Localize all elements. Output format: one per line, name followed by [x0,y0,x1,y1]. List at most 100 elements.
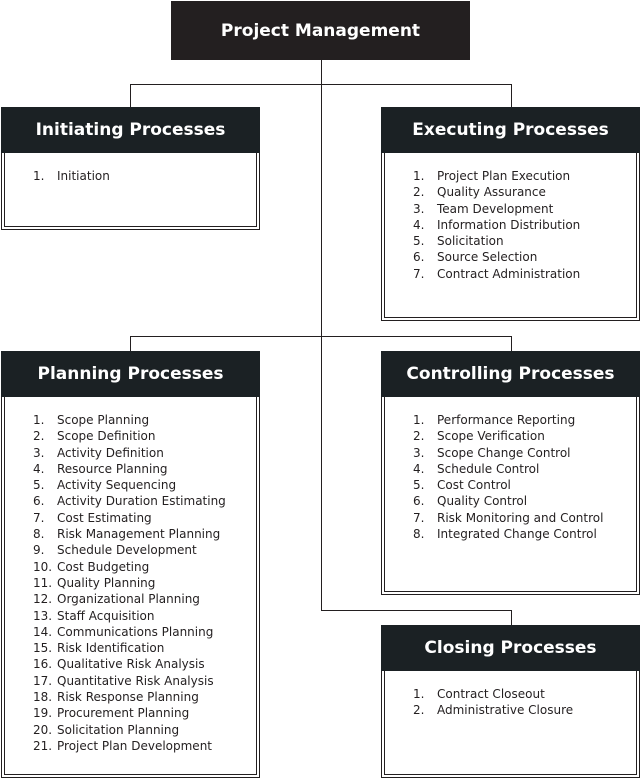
item-number: 10. [33,559,53,574]
item-number: 15. [33,641,53,656]
executing-processes-box: Executing Processes 1. Project Plan Execut… [381,107,640,321]
item-label: Risk Response Planning [57,690,199,705]
list-item: 16. Qualitative Risk Analysis [33,656,259,672]
connector [130,84,131,107]
list-item: 4. Information Distribution [413,217,639,233]
list-item: 5. Cost Control [413,477,639,493]
item-label: Resource Planning [57,461,168,476]
item-number: 21. [33,738,53,753]
box-title: Planning Processes [1,351,260,397]
item-label: Contract Closeout [437,687,545,701]
item-number: 18. [33,690,53,705]
connector [130,336,512,337]
item-label: Cost Budgeting [57,559,150,574]
list-item: 2. Scope Verification [413,428,639,444]
item-number: 7. [33,510,45,525]
item-number: 20. [33,722,53,737]
process-list: 1. Contract Closeout 2. Administrative Clos… [382,671,639,719]
item-number: 5. [33,478,45,493]
list-item: 1. Initiation [33,168,259,184]
item-label: Risk Monitoring and Control [437,510,604,525]
item-number: 1. [413,687,425,701]
item-number: 17. [33,673,53,688]
item-label: Activity Sequencing [57,478,177,493]
item-label: Procurement Planning [57,706,190,721]
connector [321,610,512,611]
item-label: Scope Change Control [437,445,571,460]
item-label: Qualitative Risk Analysis [57,657,205,672]
item-number: 7. [413,266,425,281]
list-item: 3. Activity Definition [33,445,259,461]
list-item: 2. Scope Definition [33,428,259,444]
list-item: 15. Risk Identification [33,640,259,656]
item-number: 1. [33,413,45,427]
controlling-processes-box: Controlling Processes 1. Performance Repor… [381,351,640,595]
item-number: 7. [413,510,425,525]
item-label: Activity Duration Estimating [57,494,226,509]
item-label: Quality Assurance [437,185,546,200]
item-label: Cost Estimating [57,510,152,525]
item-label: Initiation [57,169,110,183]
connector [130,336,131,351]
list-item: 14. Communications Planning [33,624,259,640]
item-number: 6. [33,494,45,509]
item-label: Information Distribution [437,217,581,232]
item-label: Integrated Change Control [437,527,597,542]
list-item: 20. Solicitation Planning [33,722,259,738]
item-number: 13. [33,608,53,623]
list-item: 1. Project Plan Execution [413,168,639,184]
list-item: 7. Cost Estimating [33,510,259,526]
item-number: 1. [413,413,425,427]
item-number: 1. [33,169,45,183]
item-number: 6. [413,494,425,509]
box-body: 1. Initiation [1,153,260,230]
list-item: 8. Integrated Change Control [413,526,639,542]
box-title: Closing Processes [381,625,640,671]
list-item: 19. Procurement Planning [33,705,259,721]
item-number: 5. [413,234,425,249]
list-item: 8. Risk Management Planning [33,526,259,542]
item-label: Administrative Closure [437,703,574,718]
item-label: Scope Verification [437,429,545,444]
box-body: 1. Scope Planning 2. Scope Definition 3. Acti… [1,397,260,778]
list-item: 13. Staff Acquisition [33,608,259,624]
item-label: Performance Reporting [437,413,576,427]
item-label: Solicitation [437,234,504,249]
item-number: 9. [33,543,45,558]
item-number: 2. [413,429,425,444]
item-number: 8. [33,527,45,542]
item-number: 4. [33,461,45,476]
item-label: Organizational Planning [57,592,200,607]
item-label: Scope Planning [57,413,150,427]
list-item: 3. Team Development [413,201,639,217]
list-item: 5. Solicitation [413,233,639,249]
list-item: 2. Quality Assurance [413,184,639,200]
item-label: Quality Control [437,494,528,509]
item-number: 3. [33,445,45,460]
list-item: 4. Schedule Control [413,461,639,477]
box-body: 1. Performance Reporting 2. Scope Verificat… [381,397,640,595]
item-label: Activity Definition [57,445,164,460]
list-item: 17. Quantitative Risk Analysis [33,673,259,689]
list-item: 1. Performance Reporting [413,412,639,428]
item-number: 3. [413,445,425,460]
list-item: 12. Organizational Planning [33,591,259,607]
item-number: 12. [33,592,53,607]
connector [511,336,512,351]
connector [511,610,512,625]
item-number: 2. [33,429,45,444]
item-number: 16. [33,657,53,672]
list-item: 1. Contract Closeout [413,686,639,702]
item-label: Source Selection [437,250,538,265]
list-item: 10. Cost Budgeting [33,559,259,575]
item-label: Staff Acquisition [57,608,155,623]
initiating-processes-box: Initiating Processes 1. Initiation [1,107,260,230]
box-title: Initiating Processes [1,107,260,153]
item-number: 4. [413,217,425,232]
root-node: Project Management [171,1,470,60]
planning-processes-box: Planning Processes 1. Scope Planning 2. Scop… [1,351,260,778]
connector [511,84,512,107]
item-label: Project Plan Execution [437,169,571,183]
item-label: Quantitative Risk Analysis [57,673,214,688]
item-number: 3. [413,201,425,216]
